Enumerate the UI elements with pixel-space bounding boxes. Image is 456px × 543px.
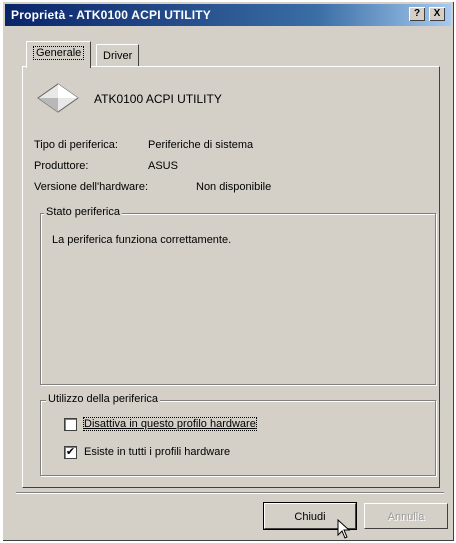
property-label-manufacturer: Produttore: [34,160,89,172]
property-value-manufacturer: ASUS [148,160,178,172]
footer-separator [16,492,444,494]
cancel-button[interactable]: Annulla [364,503,448,529]
device-usage-group [40,400,436,476]
help-button[interactable]: ? [409,7,425,21]
property-value-hw-version: Non disponibile [196,181,272,193]
device-name: ATK0100 ACPI UTILITY [94,92,222,106]
device-diamond-icon [37,83,79,113]
close-window-button[interactable]: X [429,7,445,21]
tab-generale-label: Generale [33,46,85,60]
title-bar[interactable]: Proprietà - ATK0100 ACPI UTILITY ? X [5,4,451,26]
disable-profile-label[interactable]: Disattiva in questo profilo hardware [83,417,257,431]
exists-all-profiles-label[interactable]: Esiste in tutti i profili hardware [84,446,230,458]
property-label-type: Tipo di periferica: [34,139,118,151]
mouse-cursor-icon [337,519,351,539]
tab-driver[interactable]: Driver [96,44,140,67]
disable-profile-checkbox[interactable] [64,418,77,431]
property-label-hw-version: Versione dell'hardware: [34,181,149,193]
device-status-legend: Stato periferica [44,206,122,218]
tab-generale[interactable]: Generale [26,41,92,68]
window-title: Proprietà - ATK0100 ACPI UTILITY [11,8,211,22]
device-usage-legend: Utilizzo della periferica [46,393,161,405]
device-status-text: La periferica funziona correttamente. [52,234,232,246]
tab-driver-label: Driver [103,50,133,62]
property-value-type: Periferiche di sistema [148,139,254,151]
exists-all-profiles-checkbox[interactable]: ✔ [64,446,77,459]
